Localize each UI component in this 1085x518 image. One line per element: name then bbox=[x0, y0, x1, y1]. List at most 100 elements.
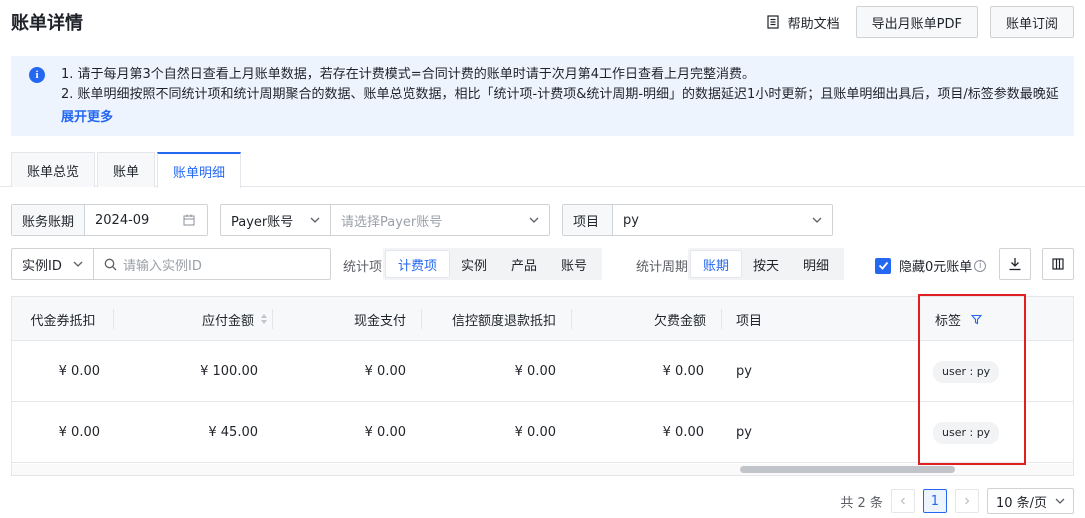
notice-line-1: 1. 请于每月第3个自然日查看上月账单数据，若存在计费模式=合同计费的账单时请于… bbox=[61, 67, 755, 82]
total-count: 共 2 条 bbox=[840, 495, 883, 511]
top-actions: 帮助文档 导出月账单PDF 账单订阅 bbox=[766, 6, 1074, 38]
chevron-down-icon bbox=[529, 217, 539, 223]
columns-icon bbox=[1052, 258, 1064, 270]
stat-item-segmented: 计费项 实例 产品 账号 bbox=[383, 248, 603, 280]
scrollbar-thumb[interactable] bbox=[740, 466, 955, 473]
help-docs-label: 帮助文档 bbox=[787, 16, 840, 32]
export-pdf-button[interactable]: 导出月账单PDF bbox=[855, 6, 978, 38]
tab-bar: 账单总览 账单 账单明细 bbox=[11, 152, 243, 188]
instance-id-input[interactable]: 请输入实例ID bbox=[94, 249, 330, 279]
payer-account-filter[interactable]: Payer账号 请选择Payer账号 bbox=[220, 204, 550, 236]
col-header-payable[interactable]: 应付金额 bbox=[114, 297, 273, 341]
cell-credit: ¥ 0.00 bbox=[514, 425, 556, 440]
hide-zero-bills-toggle[interactable]: 隐藏0元账单 i bbox=[875, 256, 987, 275]
instance-select[interactable]: 实例ID bbox=[12, 249, 94, 279]
prev-page-button[interactable] bbox=[890, 489, 915, 513]
column-settings-button[interactable] bbox=[1042, 248, 1074, 280]
col-header-arrears: 欠费金额 bbox=[572, 297, 722, 341]
payer-account-input[interactable]: 请选择Payer账号 bbox=[331, 205, 549, 235]
instance-select-label: 实例ID bbox=[22, 258, 62, 274]
cell-arrears: ¥ 0.00 bbox=[662, 364, 704, 379]
stat-period-detail[interactable]: 明细 bbox=[791, 251, 841, 277]
info-icon: i bbox=[29, 67, 45, 83]
cell-credit: ¥ 0.00 bbox=[514, 364, 556, 379]
page-size-select[interactable]: 10 条/页 bbox=[986, 488, 1074, 514]
tag-chip: user : py bbox=[933, 421, 1000, 444]
bill-detail-table: 代金券抵扣 应付金额 现金支付 信控额度退款抵扣 欠费金额 项目 标签 ¥ 0.… bbox=[11, 296, 1074, 476]
payer-placeholder: 请选择Payer账号 bbox=[341, 214, 443, 230]
instance-placeholder: 请输入实例ID bbox=[123, 258, 202, 274]
tab-overview[interactable]: 账单总览 bbox=[11, 152, 96, 187]
col-header-voucher-label: 代金券抵扣 bbox=[30, 313, 96, 329]
page-size-value: 10 条/页 bbox=[995, 495, 1047, 511]
col-header-arrears-label: 欠费金额 bbox=[653, 313, 706, 329]
stat-item-account[interactable]: 账号 bbox=[549, 251, 599, 277]
stat-item-instance[interactable]: 实例 bbox=[449, 251, 499, 277]
cell-payable: ¥ 100.00 bbox=[200, 364, 258, 379]
stat-period-daily[interactable]: 按天 bbox=[741, 251, 791, 277]
table-row: ¥ 0.00 ¥ 100.00 ¥ 0.00 ¥ 0.00 ¥ 0.00 py … bbox=[12, 341, 1073, 402]
tab-bill-detail[interactable]: 账单明细 bbox=[157, 152, 242, 188]
col-header-project: 项目 bbox=[736, 297, 916, 341]
sort-icon[interactable] bbox=[260, 313, 268, 325]
stat-item-label: 统计项 bbox=[343, 260, 383, 275]
expand-more-link[interactable]: 展开更多 bbox=[61, 108, 1074, 128]
download-icon bbox=[1009, 258, 1021, 271]
help-docs-link[interactable]: 帮助文档 bbox=[766, 13, 840, 32]
col-header-cash-label: 现金支付 bbox=[353, 313, 406, 329]
cell-tag: user : py bbox=[933, 341, 1033, 402]
pagination: 共 2 条 1 10 条/页 bbox=[840, 488, 1074, 514]
filter-icon[interactable] bbox=[971, 314, 983, 325]
chevron-down-icon bbox=[73, 261, 83, 267]
stat-period-segmented: 账期 按天 明细 bbox=[688, 248, 845, 280]
cell-voucher: ¥ 0.00 bbox=[58, 364, 100, 379]
table-header: 代金券抵扣 应付金额 现金支付 信控额度退款抵扣 欠费金额 项目 标签 bbox=[12, 297, 1073, 341]
calendar-icon bbox=[183, 214, 195, 226]
subscribe-button[interactable]: 账单订阅 bbox=[989, 6, 1074, 38]
cell-cash: ¥ 0.00 bbox=[364, 364, 406, 379]
chevron-right-icon bbox=[964, 497, 970, 505]
download-button[interactable] bbox=[999, 248, 1031, 280]
project-label: 项目 bbox=[563, 205, 613, 235]
cell-project: py bbox=[736, 364, 752, 379]
chevron-down-icon bbox=[812, 217, 822, 223]
billing-period-picker[interactable]: 账务账期 2024-09 bbox=[11, 204, 208, 236]
col-header-voucher: 代金券抵扣 bbox=[12, 297, 114, 341]
stat-item-billing-item[interactable]: 计费项 bbox=[386, 251, 450, 277]
search-icon bbox=[104, 258, 117, 270]
notice-line-2: 2. 账单明细按照不同统计项和统计周期聚合的数据、账单总览数据，相比「统计项-计… bbox=[61, 87, 1059, 102]
tab-bill[interactable]: 账单 bbox=[97, 152, 156, 187]
col-header-tag: 标签 bbox=[935, 297, 1035, 341]
col-header-project-label: 项目 bbox=[736, 313, 763, 329]
cell-cash: ¥ 0.00 bbox=[364, 425, 406, 440]
table-row: ¥ 0.00 ¥ 45.00 ¥ 0.00 ¥ 0.00 ¥ 0.00 py u… bbox=[12, 402, 1073, 463]
chevron-down-icon bbox=[1055, 498, 1065, 504]
chevron-left-icon bbox=[900, 497, 905, 505]
chevron-down-icon bbox=[310, 217, 320, 223]
instance-filter[interactable]: 实例ID 请输入实例ID bbox=[11, 248, 331, 280]
col-header-credit: 信控额度退款抵扣 bbox=[422, 297, 572, 341]
project-select[interactable]: py bbox=[613, 205, 832, 235]
hide-zero-checkbox[interactable] bbox=[875, 257, 891, 274]
next-page-button[interactable] bbox=[954, 489, 979, 513]
col-header-payable-label: 应付金额 bbox=[201, 313, 254, 329]
help-circle-icon[interactable]: i bbox=[974, 259, 987, 272]
tag-chip: user : py bbox=[933, 360, 1000, 383]
stat-item-product[interactable]: 产品 bbox=[499, 251, 549, 277]
col-header-tag-label: 标签 bbox=[935, 313, 962, 329]
cell-arrears: ¥ 0.00 bbox=[662, 425, 704, 440]
page-title: 账单详情 bbox=[11, 13, 83, 34]
cell-project: py bbox=[736, 425, 752, 440]
stat-period-bill-period[interactable]: 账期 bbox=[691, 251, 742, 277]
document-icon bbox=[767, 15, 779, 29]
project-value: py bbox=[623, 212, 639, 228]
page-number-button[interactable]: 1 bbox=[922, 489, 947, 513]
payer-select-label: Payer账号 bbox=[231, 214, 294, 230]
stat-period-label: 统计周期 bbox=[636, 260, 689, 275]
billing-period-value: 2024-09 bbox=[95, 212, 150, 228]
billing-period-label: 账务账期 bbox=[12, 205, 86, 235]
project-filter[interactable]: 项目 py bbox=[562, 204, 833, 236]
payer-select[interactable]: Payer账号 bbox=[221, 205, 331, 235]
col-header-credit-label: 信控额度退款抵扣 bbox=[451, 313, 556, 329]
hide-zero-label: 隐藏0元账单 bbox=[899, 260, 973, 275]
